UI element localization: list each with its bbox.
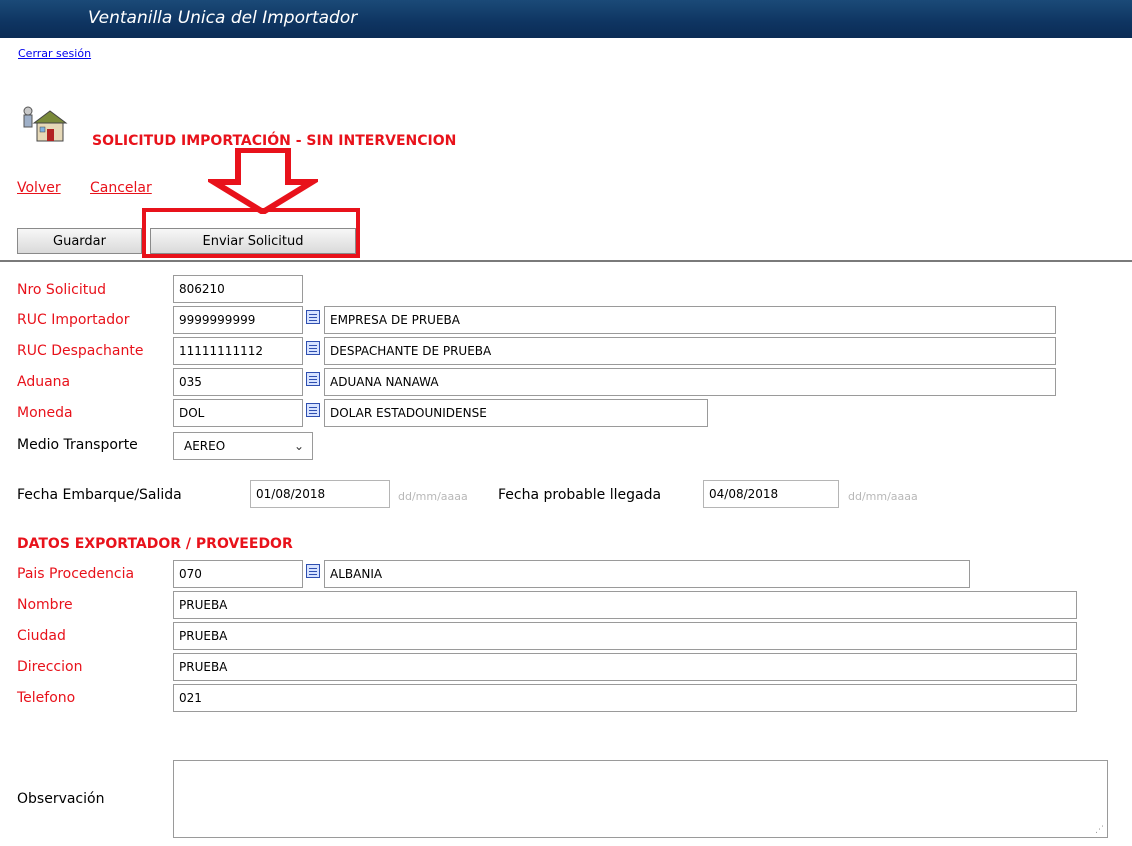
lookup-list-icon[interactable]	[306, 403, 320, 417]
annotation-highlight-box	[142, 208, 360, 258]
direccion-label: Direccion	[17, 659, 83, 675]
fecha-llegada-field[interactable]: 04/08/2018	[703, 480, 839, 508]
app-header: Ventanilla Unica del Importador	[0, 0, 1132, 38]
pais-procedencia-name-field[interactable]: ALBANIA	[324, 560, 970, 588]
ruc-importador-label: RUC Importador	[17, 312, 130, 328]
ciudad-label: Ciudad	[17, 628, 66, 644]
page-title: SOLICITUD IMPORTACIÓN - SIN INTERVENCION	[92, 133, 457, 149]
section-title-exportador: DATOS EXPORTADOR / PROVEEDOR	[17, 536, 293, 552]
moneda-name-field[interactable]: DOLAR ESTADOUNIDENSE	[324, 399, 708, 427]
pais-procedencia-label: Pais Procedencia	[17, 566, 135, 582]
fecha-embarque-hint: dd/mm/aaaa	[398, 490, 468, 503]
fecha-embarque-field[interactable]: 01/08/2018	[250, 480, 390, 508]
nombre-field[interactable]: PRUEBA	[173, 591, 1077, 619]
fecha-llegada-hint: dd/mm/aaaa	[848, 490, 918, 503]
ruc-importador-name-field[interactable]: EMPRESA DE PRUEBA	[324, 306, 1056, 334]
lookup-list-icon[interactable]	[306, 310, 320, 324]
ruc-despachante-label: RUC Despachante	[17, 343, 144, 359]
chevron-down-icon: ⌄	[293, 439, 304, 453]
annotation-arrow-icon	[208, 148, 318, 214]
moneda-field[interactable]: DOL	[173, 399, 303, 427]
telefono-field[interactable]: 021	[173, 684, 1077, 712]
cancel-link[interactable]: Cancelar	[90, 180, 152, 196]
observacion-label: Observación	[17, 791, 105, 807]
divider	[0, 260, 1132, 262]
observacion-textarea[interactable]: ⋰	[173, 760, 1108, 838]
aduana-label: Aduana	[17, 374, 71, 390]
fecha-embarque-label: Fecha Embarque/Salida	[17, 487, 182, 503]
lookup-list-icon[interactable]	[306, 341, 320, 355]
telefono-label: Telefono	[17, 690, 76, 706]
moneda-label: Moneda	[17, 405, 73, 421]
pais-procedencia-field[interactable]: 070	[173, 560, 303, 588]
nro-solicitud-label: Nro Solicitud	[17, 282, 107, 298]
lookup-list-icon[interactable]	[306, 564, 320, 578]
logout-link[interactable]: Cerrar sesión	[18, 47, 91, 60]
nombre-label: Nombre	[17, 597, 73, 613]
ruc-despachante-field[interactable]: 11111111112	[173, 337, 303, 365]
ruc-importador-field[interactable]: 9999999999	[173, 306, 303, 334]
aduana-field[interactable]: 035	[173, 368, 303, 396]
house-user-icon	[23, 106, 68, 142]
ciudad-field[interactable]: PRUEBA	[173, 622, 1077, 650]
direccion-field[interactable]: PRUEBA	[173, 653, 1077, 681]
save-button[interactable]: Guardar	[17, 228, 142, 254]
medio-transporte-select[interactable]: AEREO ⌄	[173, 432, 313, 460]
nro-solicitud-field[interactable]: 806210	[173, 275, 303, 303]
aduana-name-field[interactable]: ADUANA NANAWA	[324, 368, 1056, 396]
medio-transporte-label: Medio Transporte	[17, 437, 138, 453]
ruc-despachante-name-field[interactable]: DESPACHANTE DE PRUEBA	[324, 337, 1056, 365]
lookup-list-icon[interactable]	[306, 372, 320, 386]
resize-grip-icon[interactable]: ⋰	[1095, 825, 1104, 835]
medio-transporte-value: AEREO	[184, 439, 226, 453]
fecha-llegada-label: Fecha probable llegada	[498, 487, 662, 503]
back-link[interactable]: Volver	[17, 180, 61, 196]
app-title: Ventanilla Unica del Importador	[88, 8, 358, 28]
